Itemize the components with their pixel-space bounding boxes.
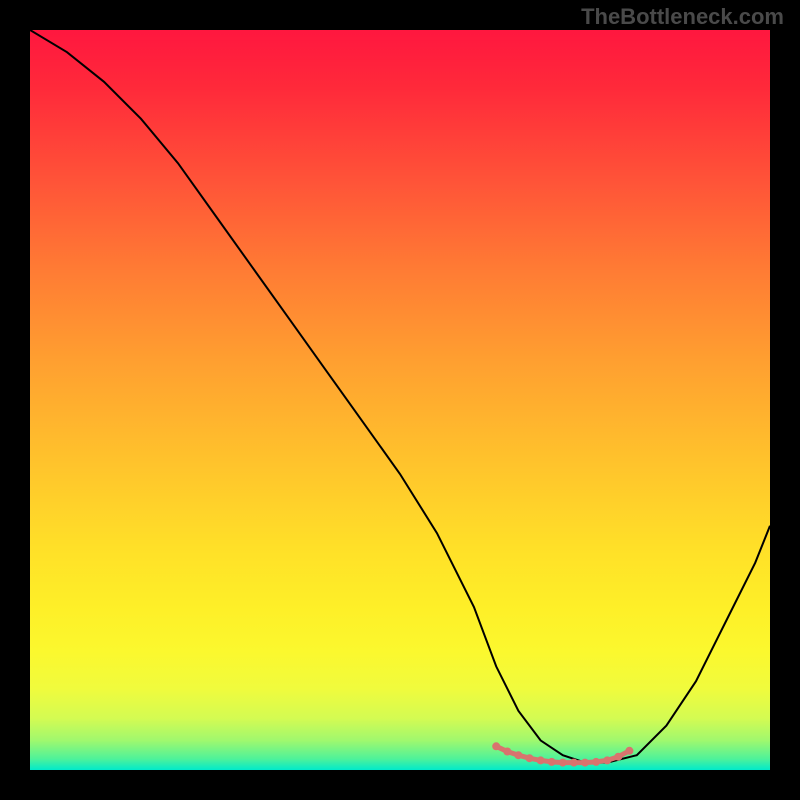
bottleneck-curve-line: [30, 30, 770, 763]
chart-plot-area: [30, 30, 770, 770]
chart-svg: [30, 30, 770, 770]
watermark-text: TheBottleneck.com: [581, 4, 784, 30]
